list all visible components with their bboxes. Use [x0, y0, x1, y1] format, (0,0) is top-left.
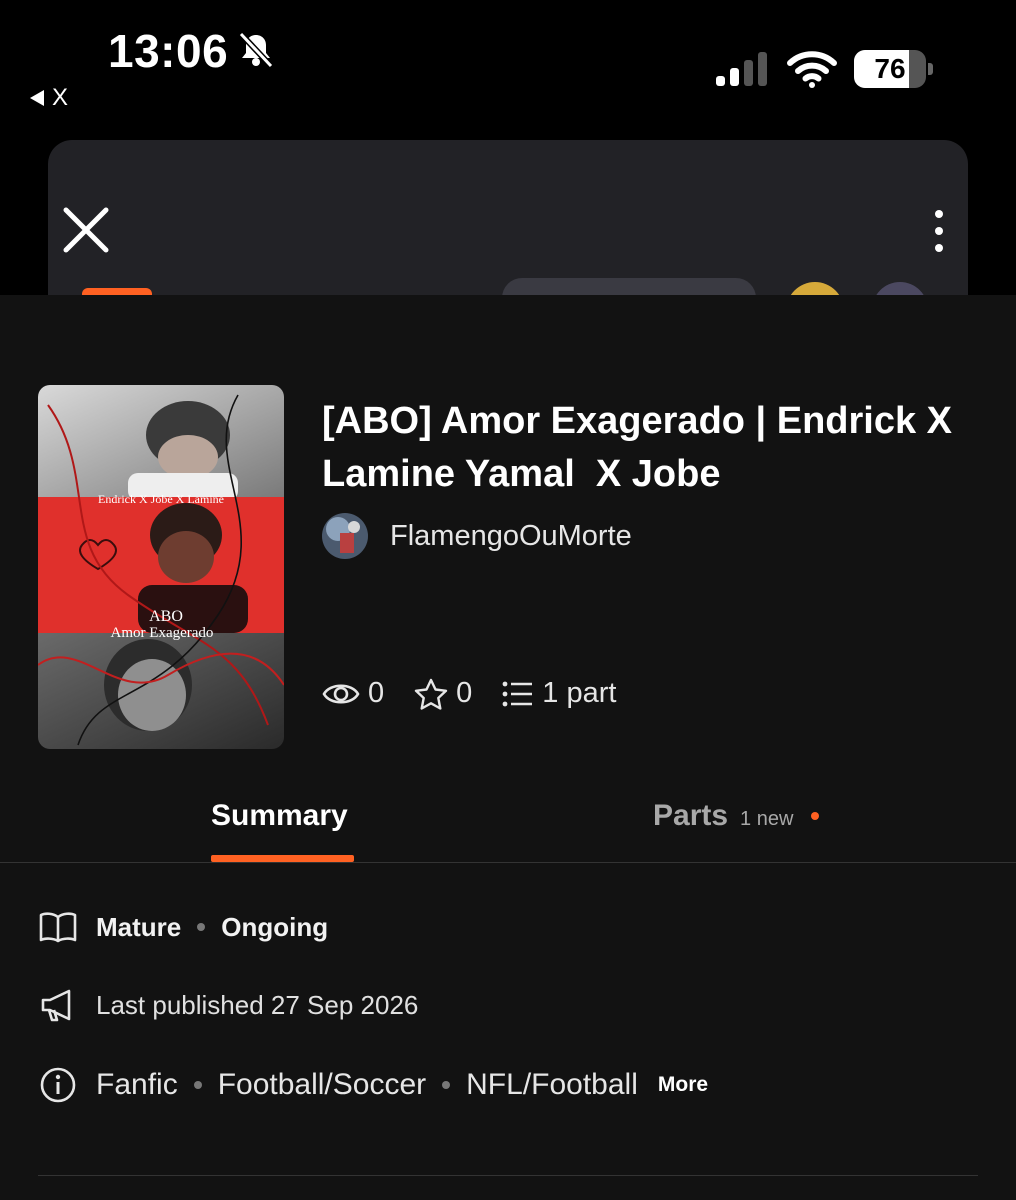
cover-caption-title-2: Amor Exagerado — [111, 625, 214, 641]
megaphone-icon — [41, 989, 71, 1022]
cellular-signal-icon — [716, 52, 767, 86]
battery-indicator: 76 — [854, 50, 934, 88]
last-published-row: Last published 27 Sep 2026 — [38, 985, 418, 1025]
separator-dot — [193, 1081, 202, 1089]
back-app-label: X — [52, 84, 69, 111]
back-arrow-icon — [30, 90, 44, 106]
votes-count: 0 — [456, 677, 473, 709]
story-stats: 0 0 1 part — [322, 677, 646, 710]
cover-caption-title-1: ABO — [149, 608, 183, 625]
info-icon — [40, 1067, 76, 1103]
section-divider — [38, 1175, 978, 1176]
tab-parts[interactable]: Parts 1 new — [653, 799, 820, 833]
rating-status-row: Mature Ongoing — [38, 907, 328, 947]
list-icon — [502, 681, 533, 706]
story-details-sheet: Endrick X Jobe X Lamine ABO Amor Exagera… — [0, 295, 1016, 1200]
more-tags-button[interactable]: More — [658, 1073, 708, 1097]
rating-label: Mature — [96, 911, 182, 942]
reads-count: 0 — [368, 677, 385, 709]
tag-chip[interactable]: Fanfic — [96, 1068, 178, 1102]
tab-parts-label: Parts — [653, 799, 729, 832]
parts-count: 1 part — [542, 677, 617, 709]
parts-stat: 1 part — [502, 677, 616, 710]
cover-art: Endrick X Jobe X Lamine ABO Amor Exagera… — [38, 385, 284, 749]
tab-bar: Summary Parts 1 new — [0, 795, 1016, 863]
tag-chip[interactable]: NFL/Football — [466, 1068, 638, 1102]
last-published-text: Last published 27 Sep 2026 — [96, 989, 419, 1020]
bell-slash-icon — [238, 31, 274, 69]
status-time: 13:06 — [108, 25, 229, 77]
battery-level: 76 — [874, 53, 906, 84]
tags-row: Fanfic Football/Soccer NFL/Football More — [38, 1065, 708, 1105]
eye-icon — [322, 683, 360, 704]
author-name[interactable]: FlamengoOuMorte — [390, 520, 632, 553]
back-to-app-link[interactable]: X — [30, 84, 68, 112]
reads-stat: 0 — [322, 677, 384, 710]
cover-caption-top: Endrick X Jobe X Lamine — [98, 492, 224, 506]
story-title: [ABO] Amor Exagerado | Endrick X Lamine … — [322, 400, 953, 495]
separator-dot — [442, 1081, 451, 1089]
more-vertical-icon[interactable] — [924, 206, 954, 256]
separator-dot — [197, 923, 206, 931]
votes-stat: 0 — [414, 677, 472, 710]
author-avatar[interactable] — [322, 513, 368, 559]
story-cover[interactable]: Endrick X Jobe X Lamine ABO Amor Exagera… — [38, 385, 284, 749]
tab-parts-badge: 1 new — [740, 808, 794, 830]
wifi-icon — [787, 51, 837, 88]
tab-summary[interactable]: Summary — [211, 799, 348, 833]
star-icon — [414, 678, 448, 710]
author-link[interactable]: FlamengoOuMorte — [322, 513, 632, 559]
tag-chip[interactable]: Football/Soccer — [218, 1068, 426, 1102]
status-label: Ongoing — [221, 911, 329, 942]
new-indicator-dot — [811, 812, 820, 820]
active-tab-indicator — [211, 855, 354, 862]
status-bar: 13:06 X 76 — [0, 0, 1016, 130]
book-open-icon — [39, 912, 77, 943]
close-icon[interactable] — [60, 204, 112, 256]
